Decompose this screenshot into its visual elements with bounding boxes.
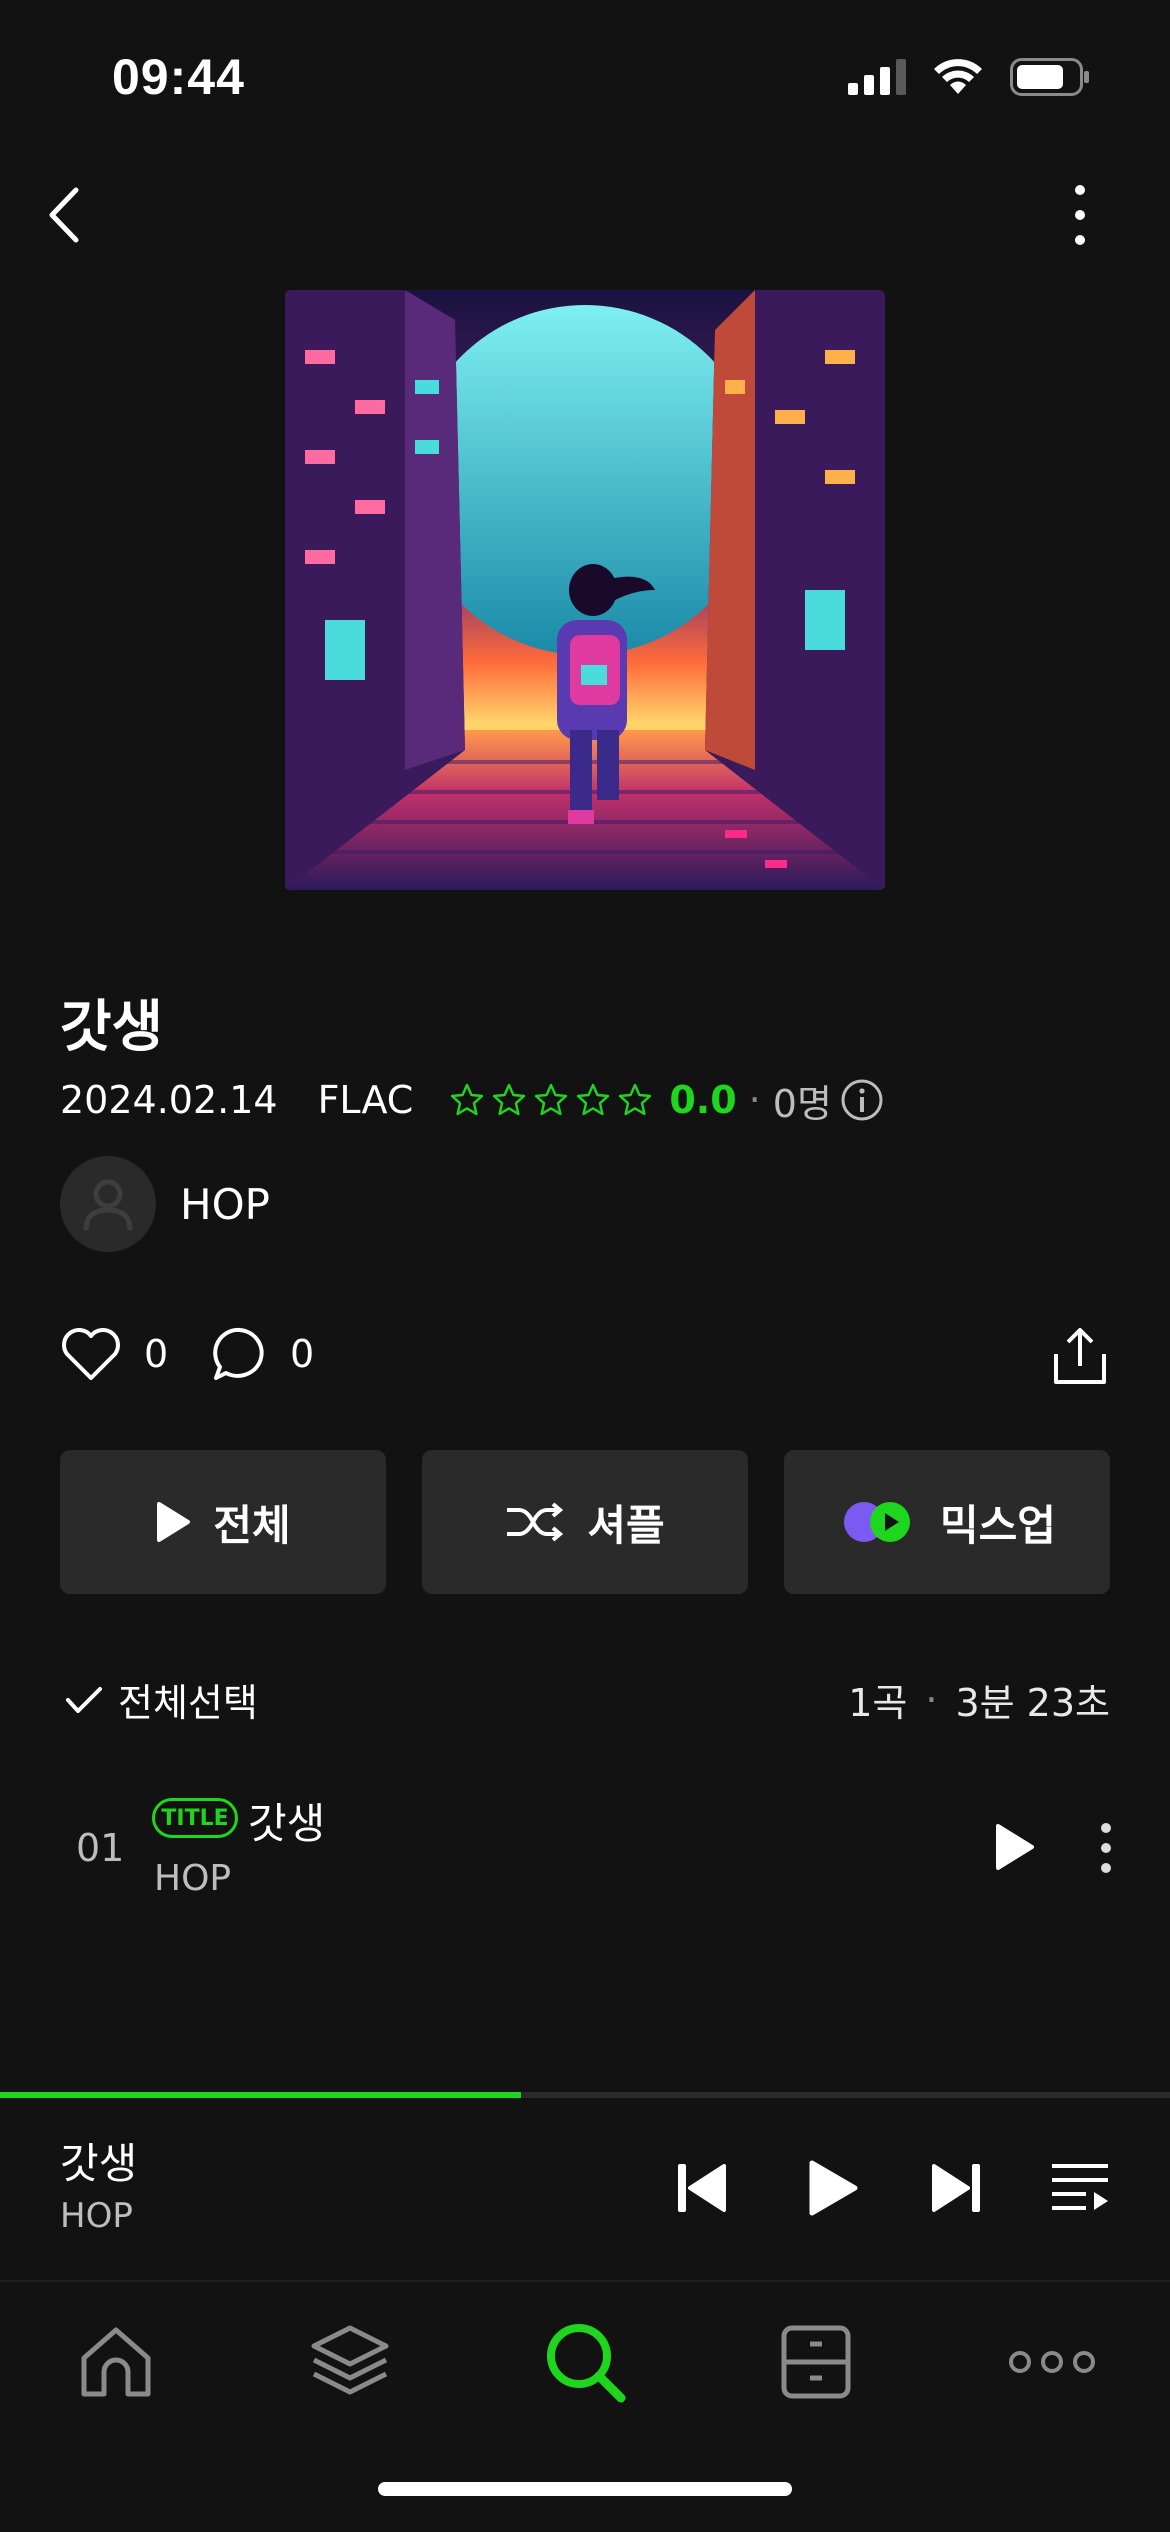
mixup-label: 믹스업 — [940, 1500, 1056, 1550]
audio-format: FLAC — [317, 1078, 414, 1122]
back-button[interactable] — [40, 180, 100, 250]
search-icon — [547, 2324, 626, 2403]
play-all-button[interactable]: 전체 — [60, 1450, 386, 1594]
separator-dot: · — [925, 1677, 938, 1722]
more-horizontal-icon — [1009, 2351, 1095, 2373]
mini-player-title[interactable]: 갓생 — [60, 2130, 137, 2191]
heart-icon — [62, 1328, 120, 1380]
cabinet-icon — [781, 2325, 851, 2399]
person-icon — [83, 1179, 133, 1231]
nav-more[interactable] — [1002, 2312, 1102, 2412]
nav-search[interactable] — [535, 2312, 635, 2412]
queue-list-icon — [1052, 2164, 1108, 2210]
artist-name[interactable]: HOP — [180, 1180, 270, 1229]
share-button[interactable] — [1052, 1326, 1108, 1390]
skip-previous-icon — [678, 2164, 726, 2212]
star-icon[interactable] — [575, 1082, 611, 1118]
track-count: 1곡 — [848, 1681, 908, 1725]
nav-library[interactable] — [300, 2312, 400, 2412]
mini-player-play-button[interactable] — [806, 2158, 860, 2222]
title-track-badge: TITLE — [152, 1798, 238, 1838]
select-all-toggle[interactable]: 전체선택 — [64, 1672, 258, 1727]
track-number: 01 — [76, 1826, 125, 1870]
bottom-nav-divider — [0, 2280, 1170, 2282]
more-vertical-icon — [1101, 1823, 1111, 1873]
shuffle-icon — [507, 1502, 564, 1542]
next-track-button[interactable] — [928, 2160, 984, 2220]
more-vertical-icon — [1075, 185, 1085, 245]
track-artist[interactable]: HOP — [154, 1858, 231, 1899]
star-icon[interactable] — [449, 1082, 485, 1118]
star-icon[interactable] — [617, 1082, 653, 1118]
star-icon[interactable] — [533, 1082, 569, 1118]
home-icon — [81, 2327, 151, 2397]
wifi-icon — [934, 59, 982, 94]
tracklist-summary: 1곡 · 3분 23초 — [848, 1672, 1110, 1727]
total-duration: 3분 23초 — [955, 1681, 1110, 1725]
nav-home[interactable] — [66, 2312, 166, 2412]
rating-stars[interactable] — [449, 1082, 653, 1118]
checkmark-icon — [66, 1686, 102, 1713]
like-count: 0 — [144, 1332, 169, 1376]
rating-value: 0.0 — [669, 1078, 737, 1122]
mini-player-artist[interactable]: HOP — [60, 2196, 133, 2236]
album-meta: 2024.02.14 FLAC 0.0 · 0명 — [60, 1072, 884, 1128]
play-icon — [157, 1502, 191, 1542]
play-icon — [996, 1824, 1034, 1870]
status-icons — [848, 58, 1090, 96]
status-time: 09:44 — [112, 49, 245, 105]
play-icon — [809, 2160, 858, 2216]
chevron-left-icon — [49, 187, 79, 243]
mixup-icon — [844, 1502, 911, 1542]
like-button[interactable]: 0 — [60, 1326, 168, 1382]
album-cover — [285, 290, 885, 890]
release-date: 2024.02.14 — [60, 1078, 278, 1122]
select-all-label: 전체선택 — [118, 1681, 258, 1725]
cellular-signal-icon — [848, 59, 906, 95]
shuffle-button[interactable]: 셔플 — [422, 1450, 748, 1594]
layers-icon — [311, 2325, 389, 2395]
album-title: 갓생 — [60, 995, 164, 1060]
previous-track-button[interactable] — [674, 2160, 730, 2220]
info-icon[interactable] — [840, 1078, 884, 1122]
shuffle-label: 셔플 — [587, 1500, 665, 1550]
more-options-button[interactable] — [1060, 180, 1100, 250]
home-indicator — [378, 2482, 792, 2496]
battery-icon — [1010, 58, 1089, 96]
comment-button[interactable]: 0 — [212, 1326, 314, 1382]
artist-avatar[interactable] — [60, 1156, 156, 1252]
separator-dot: · — [748, 1078, 761, 1122]
skip-next-icon — [932, 2164, 980, 2212]
mixup-button[interactable]: 믹스업 — [784, 1450, 1110, 1594]
rating-votes: 0명 — [772, 1081, 832, 1126]
comment-count: 0 — [290, 1332, 315, 1376]
playback-progress-fill — [0, 2092, 521, 2098]
track-title[interactable]: 갓생 — [248, 1790, 325, 1851]
track-play-button[interactable] — [992, 1822, 1036, 1876]
comment-bubble-icon — [213, 1327, 264, 1380]
star-icon[interactable] — [491, 1082, 527, 1118]
share-icon — [1054, 1328, 1106, 1384]
playlist-queue-button[interactable] — [1050, 2160, 1110, 2220]
play-all-label: 전체 — [213, 1500, 291, 1550]
nav-storage[interactable] — [766, 2312, 866, 2412]
track-more-button[interactable] — [1094, 1818, 1118, 1882]
